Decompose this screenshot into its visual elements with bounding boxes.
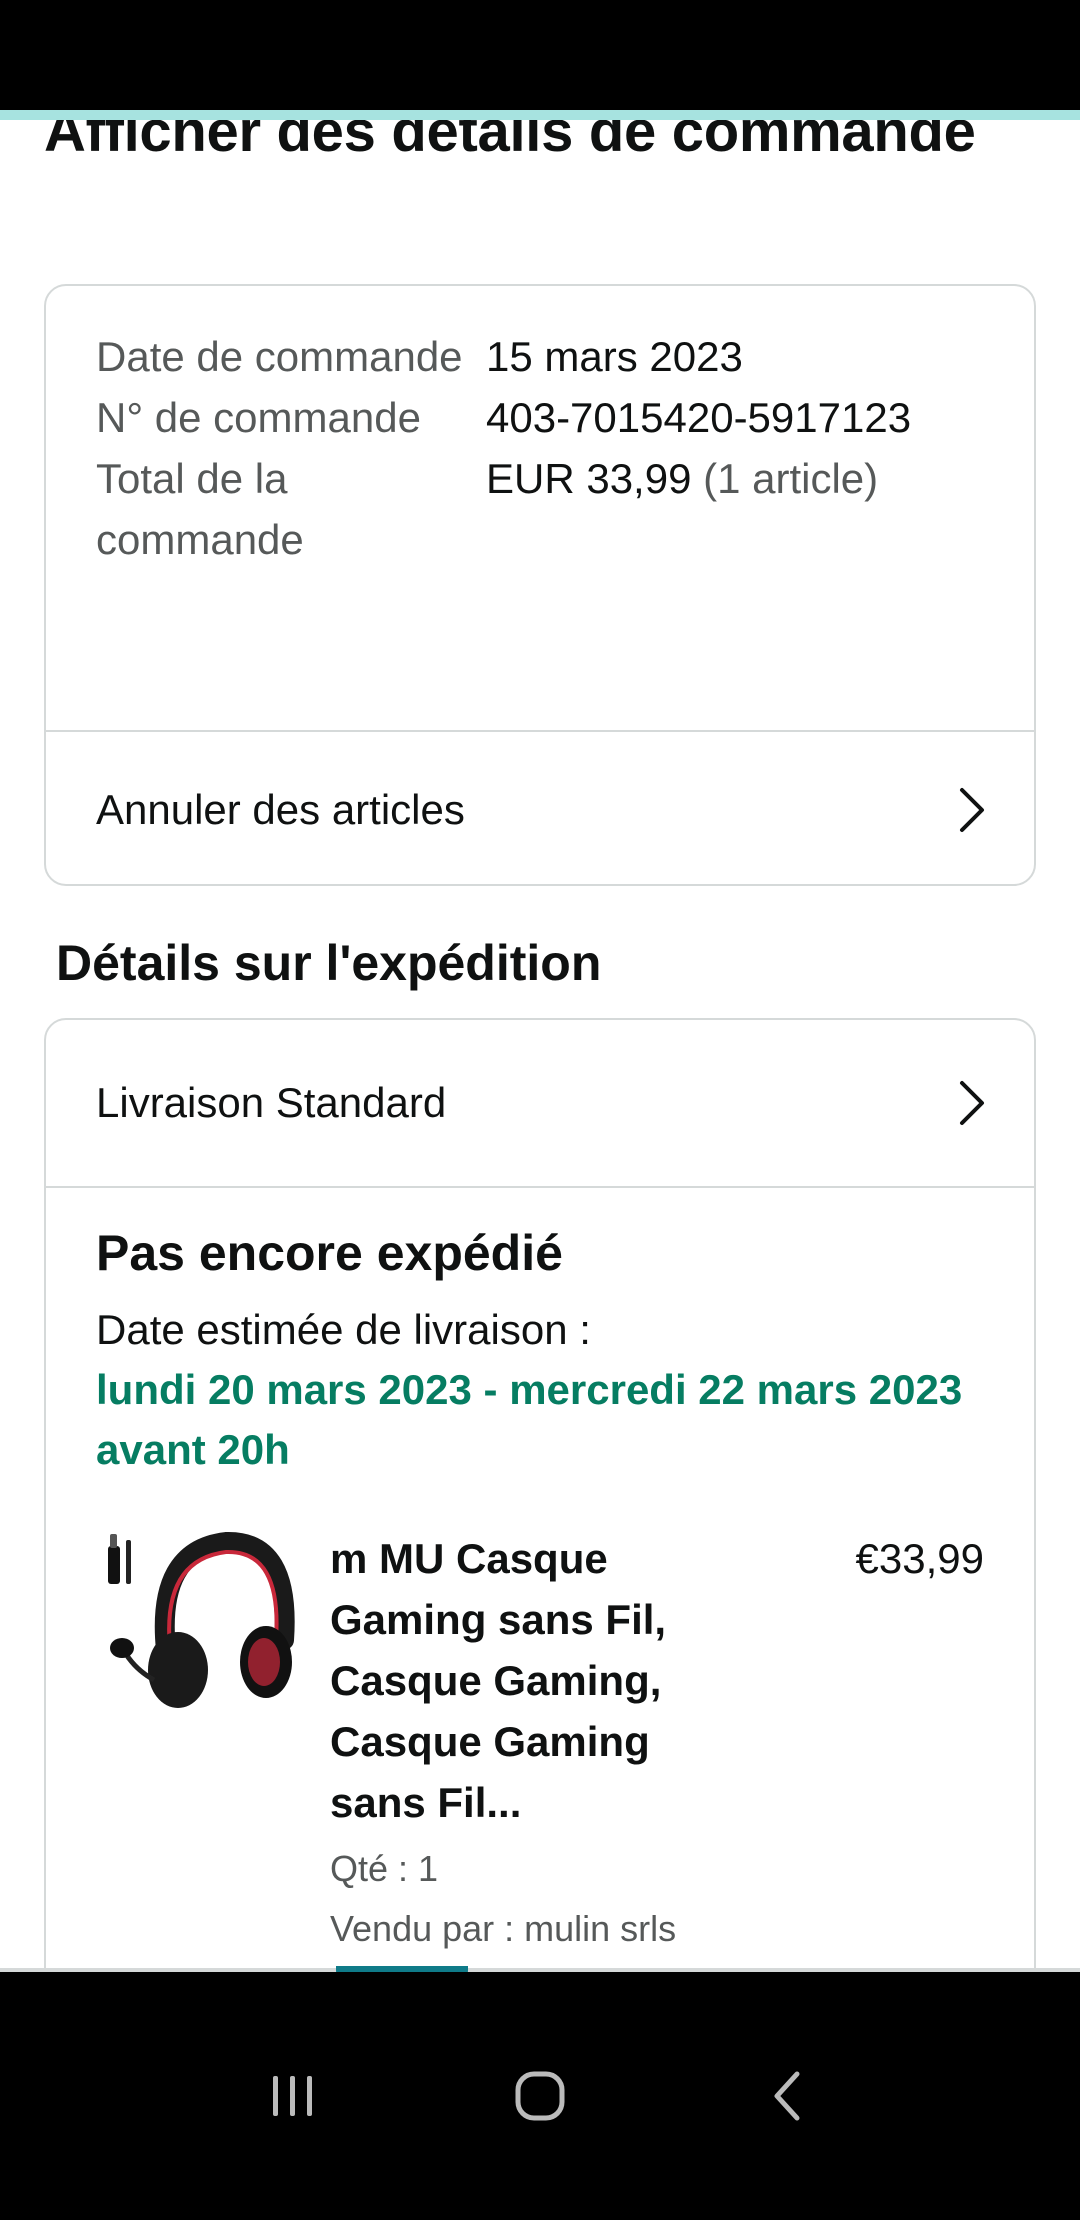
shipment-card: Livraison Standard Pas encore expédié Da… xyxy=(44,1018,1036,1972)
order-date-value: 15 mars 2023 xyxy=(486,333,743,380)
order-total-label: Total de la commande xyxy=(96,455,304,563)
order-total-value-wrap: EUR 33,99 (1 article) xyxy=(486,448,878,570)
order-number-value: 403-7015420-5917123 xyxy=(486,394,912,441)
order-total-value: EUR 33,99 xyxy=(486,455,692,502)
summary-row-total: Total de la commande EUR 33,99 (1 articl… xyxy=(96,448,996,570)
shipping-divider xyxy=(46,1186,1034,1188)
home-icon[interactable] xyxy=(500,2056,580,2136)
chevron-right-icon xyxy=(952,782,992,838)
order-number-label: N° de commande xyxy=(96,394,421,441)
order-summary-card: Date de commande 15 mars 2023 N° de comm… xyxy=(44,284,1036,886)
product-title-link[interactable]: m MU Casque Gaming sans Fil, Casque Gami… xyxy=(330,1528,710,1833)
summary-row-date: Date de commande 15 mars 2023 xyxy=(96,326,996,387)
product-quantity: Qté : 1 xyxy=(330,1848,439,1889)
page-title: Afficher des détails de commande xyxy=(44,120,976,164)
cancel-items-label: Annuler des articles xyxy=(96,786,465,833)
status-bar xyxy=(0,0,1080,110)
delivery-method-button[interactable]: Livraison Standard xyxy=(46,1020,1034,1186)
order-summary-grid: Date de commande 15 mars 2023 N° de comm… xyxy=(96,326,996,570)
shipping-details-heading: Détails sur l'expédition xyxy=(56,935,602,991)
order-date-label: Date de commande xyxy=(96,333,463,380)
product-price: €33,99 xyxy=(855,1535,984,1582)
summary-row-number: N° de commande 403-7015420-5917123 xyxy=(96,387,996,448)
order-details-screen: Afficher des détails de commande Date de… xyxy=(0,120,1080,1972)
estimated-delivery-date: lundi 20 mars 2023 - mercredi 22 mars 20… xyxy=(96,1366,963,1473)
back-icon[interactable] xyxy=(747,2056,827,2136)
cancel-items-button[interactable]: Annuler des articles xyxy=(46,732,1034,888)
product-seller: Vendu par : mulin srls xyxy=(330,1908,677,1949)
headset-image[interactable] xyxy=(96,1520,296,1720)
recent-apps-icon[interactable] xyxy=(253,2056,333,2136)
delivery-method-label: Livraison Standard xyxy=(96,1079,447,1126)
order-item-count: (1 article) xyxy=(691,455,879,502)
shipment-status: Pas encore expédié xyxy=(96,1225,563,1281)
estimated-delivery-label: Date estimée de livraison : xyxy=(96,1306,591,1353)
chevron-right-icon xyxy=(952,1075,992,1131)
header-accent-line xyxy=(0,110,1080,120)
system-nav-bar xyxy=(0,1972,1080,2220)
